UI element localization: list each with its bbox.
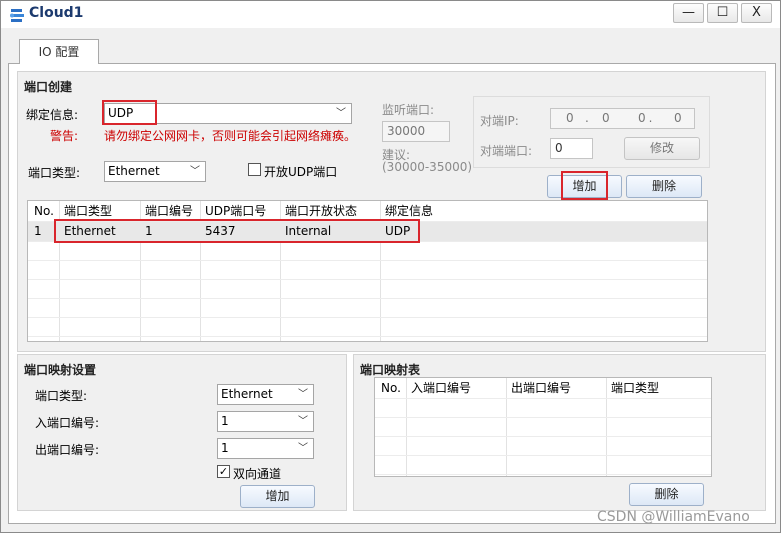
add-port-button-label: 增加 bbox=[572, 179, 597, 193]
out-port-value: 1 bbox=[221, 441, 229, 455]
bind-label: 绑定信息: bbox=[26, 108, 79, 122]
port-table-header-type: 端口类型 bbox=[64, 204, 113, 218]
bidirectional-label: 双向通道 bbox=[233, 467, 282, 481]
delete-map-button-label: 删除 bbox=[654, 487, 679, 501]
port-type-value: Ethernet bbox=[108, 164, 160, 178]
add-map-button[interactable]: 增加 bbox=[240, 485, 315, 508]
port-map-table-title: 端口映射表 bbox=[360, 363, 421, 377]
map-table-header-out: 出端口编号 bbox=[511, 381, 572, 395]
close-button[interactable]: X bbox=[741, 3, 772, 23]
maximize-icon: ☐ bbox=[716, 5, 729, 20]
window-title: Cloud1 bbox=[29, 5, 84, 21]
peer-ip-label: 对端IP: bbox=[480, 114, 519, 128]
minimize-button[interactable]: — bbox=[673, 3, 704, 23]
maximize-button[interactable]: ☐ bbox=[707, 3, 738, 23]
close-icon: X bbox=[752, 5, 761, 20]
chevron-down-icon: ﹀ bbox=[336, 108, 346, 119]
delete-port-button-label: 删除 bbox=[651, 179, 676, 193]
port-row-type: Ethernet bbox=[64, 224, 116, 238]
peer-ip-octet-1: 0 bbox=[566, 111, 574, 125]
port-map-table-group: 端口映射表 No. 入端口编号 出端口编号 端口类型 删除 bbox=[353, 354, 766, 511]
bidirectional-checkbox[interactable]: ✓ bbox=[217, 465, 230, 478]
open-udp-checkbox[interactable] bbox=[248, 163, 261, 176]
port-table-header-number: 端口编号 bbox=[145, 204, 194, 218]
modify-button[interactable]: 修改 bbox=[624, 137, 700, 160]
peer-panel: 对端IP: 0 0 0 0 . . . 对端端口: 0 修改 bbox=[473, 96, 710, 168]
tab-container: 端口创建 绑定信息: UDP ﹀ 警告: 请勿绑定公网网卡，否则可能会引起网络瘫… bbox=[8, 39, 776, 524]
port-create-group: 端口创建 绑定信息: UDP ﹀ 警告: 请勿绑定公网网卡，否则可能会引起网络瘫… bbox=[17, 71, 766, 352]
title-bar: Cloud1 — ☐ X bbox=[1, 1, 780, 28]
port-row-number: 1 bbox=[145, 224, 153, 238]
minimize-icon: — bbox=[682, 5, 695, 20]
peer-port-input[interactable]: 0 bbox=[550, 138, 593, 159]
map-port-type-label: 端口类型: bbox=[35, 389, 88, 403]
delete-port-button[interactable]: 删除 bbox=[626, 175, 702, 198]
tab-panel-io: 端口创建 绑定信息: UDP ﹀ 警告: 请勿绑定公网网卡，否则可能会引起网络瘫… bbox=[8, 63, 776, 524]
listen-port-label: 监听端口: bbox=[382, 103, 435, 117]
port-table-header-udp: UDP端口号 bbox=[205, 204, 267, 218]
peer-ip-input[interactable]: 0 0 0 0 . . . bbox=[550, 108, 695, 144]
port-row-status: Internal bbox=[285, 224, 332, 238]
port-table: No. 端口类型 端口编号 UDP端口号 端口开放状态 绑定信息 1 Ether… bbox=[27, 200, 708, 342]
out-port-select[interactable]: 1 ﹀ bbox=[217, 438, 314, 459]
map-port-type-value: Ethernet bbox=[221, 387, 273, 401]
port-map-settings-title: 端口映射设置 bbox=[24, 363, 97, 377]
port-create-title: 端口创建 bbox=[24, 80, 73, 94]
port-row-bind: UDP bbox=[385, 224, 411, 238]
port-table-header-status: 端口开放状态 bbox=[285, 204, 358, 218]
listen-port-value: 30000 bbox=[387, 124, 426, 138]
bind-select[interactable]: UDP ﹀ bbox=[104, 103, 352, 124]
out-port-label: 出端口编号: bbox=[35, 443, 100, 457]
delete-map-button[interactable]: 删除 bbox=[629, 483, 704, 506]
cloud-app-icon bbox=[10, 9, 24, 22]
open-udp-label: 开放UDP端口 bbox=[264, 165, 338, 179]
map-table-header-type: 端口类型 bbox=[611, 381, 660, 395]
in-port-label: 入端口编号: bbox=[35, 416, 100, 430]
listen-port-input[interactable]: 30000 bbox=[382, 121, 450, 142]
in-port-value: 1 bbox=[221, 414, 229, 428]
check-icon: ✓ bbox=[218, 465, 229, 478]
port-row-no: 1 bbox=[34, 224, 42, 238]
port-table-header-no: No. bbox=[34, 204, 54, 218]
watermark: CSDN @WilliamEvano bbox=[597, 509, 750, 525]
tab-io-config-label: IO 配置 bbox=[38, 45, 80, 59]
map-port-type-select[interactable]: Ethernet ﹀ bbox=[217, 384, 314, 405]
port-row-udp: 5437 bbox=[205, 224, 236, 238]
suggest-range: (30000-35000) bbox=[382, 160, 473, 174]
table-row[interactable]: 1 Ethernet 1 5437 Internal UDP bbox=[28, 222, 707, 241]
port-type-label: 端口类型: bbox=[28, 166, 81, 180]
port-map-table: No. 入端口编号 出端口编号 端口类型 bbox=[374, 377, 712, 477]
chevron-down-icon: ﹀ bbox=[190, 166, 200, 177]
bind-value: UDP bbox=[108, 106, 134, 120]
in-port-select[interactable]: 1 ﹀ bbox=[217, 411, 314, 432]
map-table-header-no: No. bbox=[381, 381, 401, 395]
add-map-button-label: 增加 bbox=[265, 489, 290, 503]
chevron-down-icon: ﹀ bbox=[298, 389, 308, 400]
warning-label: 警告: bbox=[50, 129, 79, 143]
peer-port-value: 0 bbox=[555, 141, 563, 155]
warning-text: 请勿绑定公网网卡，否则可能会引起网络瘫痪。 bbox=[104, 129, 357, 143]
port-table-header-bind: 绑定信息 bbox=[385, 204, 434, 218]
peer-port-label: 对端端口: bbox=[480, 144, 533, 158]
port-type-select[interactable]: Ethernet ﹀ bbox=[104, 161, 206, 182]
chevron-down-icon: ﹀ bbox=[298, 443, 308, 454]
map-table-header-in: 入端口编号 bbox=[411, 381, 472, 395]
tab-io-config[interactable]: IO 配置 bbox=[19, 39, 99, 64]
add-port-button[interactable]: 增加 bbox=[547, 175, 622, 198]
modify-button-label: 修改 bbox=[649, 141, 674, 155]
port-map-settings-group: 端口映射设置 端口类型: Ethernet ﹀ 入端口编号: 1 ﹀ 出端口编号… bbox=[17, 354, 347, 511]
chevron-down-icon: ﹀ bbox=[298, 416, 308, 427]
cloud1-window: Cloud1 — ☐ X 端口创建 绑定信息: UDP ﹀ 警告: 请勿绑定公网… bbox=[0, 0, 781, 533]
